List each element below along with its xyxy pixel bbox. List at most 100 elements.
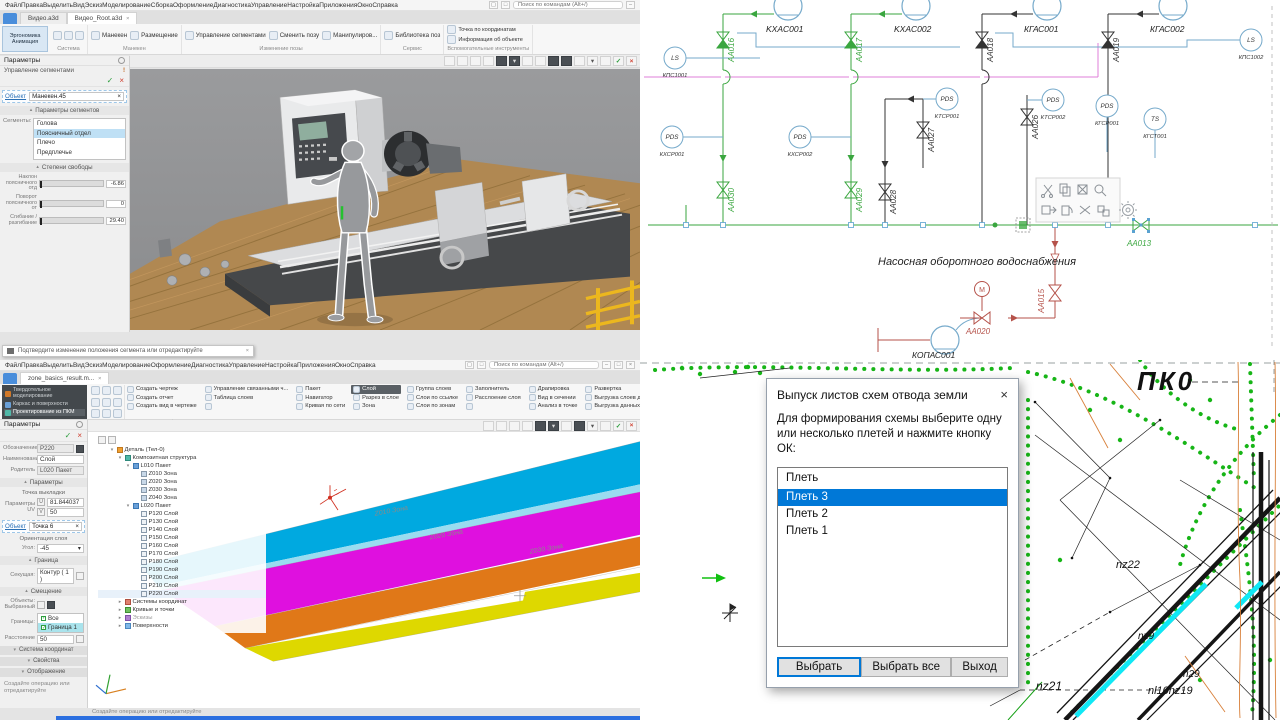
- menu-item[interactable]: Вид: [73, 2, 85, 9]
- list-item[interactable]: Плеть 1: [778, 523, 1007, 540]
- menu-item[interactable]: Выделить: [43, 2, 73, 9]
- menu-item[interactable]: Эскиз: [85, 2, 102, 9]
- tree-item[interactable]: ▾L010 Пакет: [98, 462, 266, 470]
- pump-label[interactable]: KXAC002: [894, 24, 932, 34]
- toolset-item[interactable]: Твердотельное моделирование: [4, 388, 85, 400]
- object-selector[interactable]: Объект Манекен.45×: [2, 90, 127, 103]
- apply-icon[interactable]: ✓: [107, 76, 114, 85]
- context-mini-toolbar[interactable]: [1036, 178, 1137, 222]
- orbit-icon[interactable]: [470, 56, 481, 66]
- ribbon-button[interactable]: Манекен: [91, 31, 127, 40]
- ribbon-button[interactable]: Вид в сечении: [527, 394, 580, 403]
- shading-mode-icon[interactable]: [496, 56, 507, 66]
- ribbon-button[interactable]: Драпировка: [527, 385, 580, 394]
- close-tab-icon[interactable]: ×: [126, 16, 129, 22]
- tree-item[interactable]: P200 Слой: [98, 574, 266, 582]
- dialog-button[interactable]: Выбрать все: [861, 657, 951, 677]
- pid-canvas[interactable]: М KXAC001 KXAC002 КГАС001 КГАС002 КОПАС0…: [640, 0, 1280, 360]
- toolset-selector[interactable]: ЭргономикаАнимация: [2, 26, 48, 52]
- menu-item[interactable]: Справка: [372, 2, 398, 9]
- valve-label[interactable]: AA026: [1031, 114, 1040, 140]
- tree-item[interactable]: Z020 Зона: [98, 478, 266, 486]
- ribbon-button[interactable]: Точка по координатам: [447, 25, 515, 34]
- close-icon[interactable]: ×: [1000, 390, 1008, 400]
- name-field[interactable]: Слой: [37, 455, 84, 464]
- ribbon-button[interactable]: Создать отчет: [125, 394, 199, 403]
- minimize-icon[interactable]: –: [602, 361, 611, 369]
- valve-label[interactable]: AA017: [855, 37, 864, 63]
- confirm-icon[interactable]: ✓: [613, 56, 624, 66]
- valve-label[interactable]: AA020: [965, 327, 991, 336]
- menu-item[interactable]: Эскиз: [85, 362, 102, 369]
- app-icon[interactable]: [3, 373, 17, 384]
- ribbon-button[interactable]: Развертка: [583, 385, 640, 394]
- menu-item[interactable]: Настройка: [287, 2, 319, 9]
- tree-item[interactable]: P150 Слой: [98, 534, 266, 542]
- cancel-icon[interactable]: ×: [119, 76, 124, 85]
- snap-icon[interactable]: [535, 56, 546, 66]
- menu-item[interactable]: Правка: [21, 2, 43, 9]
- save-doc-icon[interactable]: [113, 386, 122, 395]
- ribbon-button[interactable]: Кривая по сети: [294, 402, 347, 411]
- open-doc-icon[interactable]: [102, 386, 111, 395]
- toolset-item[interactable]: Каркас и поверхности: [4, 401, 85, 408]
- list-item[interactable]: Плеть 2: [778, 506, 1007, 523]
- filter-icon[interactable]: ▾: [587, 421, 598, 431]
- menu-item[interactable]: Файл: [5, 2, 21, 9]
- section-view-icon[interactable]: [561, 56, 572, 66]
- ribbon-button[interactable]: Сменить позу: [269, 31, 319, 40]
- tree-item[interactable]: P160 Слой: [98, 542, 266, 550]
- 3d-viewport-lathe-scene[interactable]: [130, 69, 640, 330]
- valve-label[interactable]: AA019: [1112, 37, 1121, 63]
- tree-item[interactable]: ▸Эскизы: [98, 614, 266, 622]
- tree-item[interactable]: ▾Деталь (Тел-0): [98, 446, 266, 454]
- ribbon-button[interactable]: Таблица слоев: [203, 394, 291, 403]
- tree-item[interactable]: ▾Композитная структура: [98, 454, 266, 462]
- tab-document-active[interactable]: Видео_Root.a3d×: [67, 12, 138, 24]
- section-cs[interactable]: Система координат: [0, 646, 87, 655]
- ribbon-button[interactable]: Выгрузка данных для CAE: [583, 402, 640, 411]
- valve-label[interactable]: AA030: [727, 187, 736, 213]
- appearance-icon[interactable]: [574, 56, 585, 66]
- tree-item[interactable]: P210 Слой: [98, 582, 266, 590]
- object-link[interactable]: Объект: [5, 523, 26, 530]
- ribbon-button[interactable]: Разрез в слое: [351, 394, 401, 403]
- apply-icon[interactable]: ✓: [65, 431, 72, 440]
- orbit-icon[interactable]: [509, 421, 520, 431]
- ribbon-button[interactable]: Расслоение слоя: [464, 394, 523, 403]
- string-list[interactable]: Плеть Плеть 3Плеть 2Плеть 1: [777, 467, 1008, 647]
- close-icon[interactable]: ×: [626, 361, 635, 369]
- toolset-item-active[interactable]: Проектирование из ПКМ: [4, 409, 85, 416]
- ribbon-button[interactable]: Навигатор: [294, 394, 347, 403]
- dialog-button[interactable]: Выбрать: [777, 657, 861, 677]
- menu-item[interactable]: Моделирование: [102, 2, 151, 9]
- menu-item[interactable]: Вид: [73, 362, 85, 369]
- gear-icon[interactable]: [118, 57, 125, 64]
- new-doc-icon[interactable]: [91, 386, 100, 395]
- menu-item[interactable]: Окно: [357, 2, 372, 9]
- fit-view-icon[interactable]: [548, 56, 559, 66]
- display-mode-icon[interactable]: ▾: [509, 56, 520, 66]
- menu-item[interactable]: Справка: [350, 362, 376, 369]
- clear-icon[interactable]: ×: [117, 93, 121, 100]
- menu-item[interactable]: Диагностика: [213, 2, 251, 9]
- segment-item[interactable]: Поясничный отдел: [34, 129, 125, 139]
- valve-label[interactable]: AA016: [727, 37, 736, 63]
- menu-item[interactable]: Моделирование: [102, 362, 151, 369]
- gear-icon[interactable]: [76, 421, 83, 428]
- section-dof[interactable]: Степени свободы: [0, 163, 129, 172]
- flag-icon[interactable]: [76, 445, 84, 453]
- layout-icon[interactable]: ▢: [489, 1, 498, 9]
- dialog-button[interactable]: Выход: [951, 657, 1008, 677]
- tree-item[interactable]: ▸Поверхности: [98, 622, 266, 630]
- close-tab-icon[interactable]: ×: [98, 376, 101, 382]
- ribbon-button[interactable]: Создать чертеж: [125, 385, 199, 394]
- command-search-input[interactable]: [513, 1, 623, 9]
- fit-view-icon[interactable]: [574, 421, 585, 431]
- valve-label[interactable]: AA015: [1037, 288, 1046, 314]
- section-segments[interactable]: Параметры сегментов: [0, 106, 129, 115]
- section-border[interactable]: Граница: [0, 556, 87, 565]
- new-doc-icon[interactable]: [53, 31, 62, 40]
- ribbon-button[interactable]: Зона: [351, 402, 401, 411]
- ribbon-button[interactable]: [464, 402, 523, 411]
